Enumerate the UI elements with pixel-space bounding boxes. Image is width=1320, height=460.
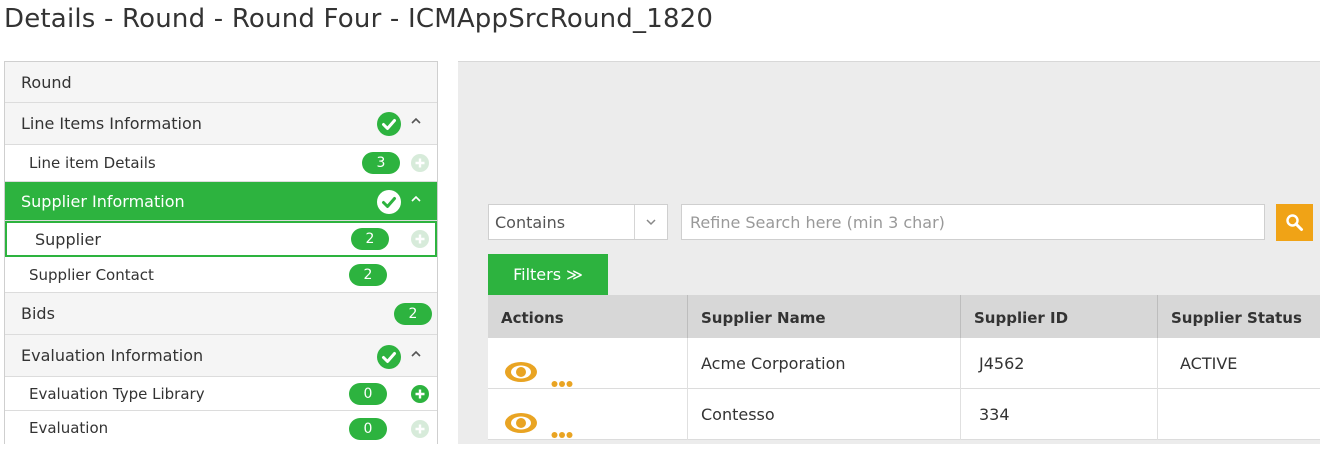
plus-circle-icon[interactable] — [411, 154, 429, 172]
column-header-supplier-name[interactable]: Supplier Name — [688, 295, 961, 338]
search-operator-value: Contains — [495, 213, 566, 232]
table-header: Actions Supplier Name Supplier ID Suppli… — [488, 295, 1320, 338]
supplier-status-cell — [1158, 389, 1320, 440]
table-row[interactable]: Contesso 334 — [488, 389, 1320, 440]
sidebar-item-evaluation[interactable]: Evaluation 0 — [5, 411, 437, 444]
sidebar-section-supplier-information[interactable]: Supplier Information — [5, 182, 437, 221]
sidebar-item-label: Evaluation Type Library — [29, 384, 205, 403]
more-dots-icon[interactable] — [551, 408, 573, 460]
sidebar-item-label: Line item Details — [29, 154, 156, 172]
sidebar-item-label: Line Items Information — [21, 114, 202, 133]
chevron-up-icon[interactable] — [410, 192, 422, 208]
search-button[interactable] — [1276, 204, 1313, 241]
actions-cell — [488, 389, 688, 440]
sidebar-section-line-items-information[interactable]: Line Items Information — [5, 103, 437, 145]
count-badge: 0 — [349, 383, 387, 405]
sidebar-item-label: Evaluation Information — [21, 346, 204, 365]
count-badge: 0 — [349, 418, 387, 440]
check-circle-icon — [377, 190, 401, 214]
sidebar-item-label: Supplier Contact — [29, 265, 154, 284]
check-circle-icon — [377, 345, 401, 369]
column-header-supplier-status[interactable]: Supplier Status — [1158, 295, 1320, 338]
sidebar-item-round[interactable]: Round — [5, 62, 437, 103]
sidebar-item-supplier[interactable]: Supplier 2 — [5, 221, 437, 257]
chevron-down-icon[interactable] — [643, 214, 659, 234]
page-title: Details - Round - Round Four - ICMAppSrc… — [4, 4, 714, 34]
sidebar-item-supplier-contact[interactable]: Supplier Contact 2 — [5, 257, 437, 293]
sidebar-item-label: Evaluation — [29, 419, 109, 437]
search-operator-select[interactable]: Contains — [488, 204, 668, 240]
sidebar-section-evaluation-information[interactable]: Evaluation Information — [5, 335, 437, 377]
chevron-up-icon[interactable] — [410, 347, 422, 363]
count-badge: 2 — [349, 264, 387, 286]
count-badge: 3 — [362, 152, 400, 174]
supplier-status-cell: ACTIVE — [1180, 354, 1238, 373]
actions-cell — [488, 338, 688, 389]
supplier-name-cell: Contesso — [688, 389, 961, 440]
sidebar-item-evaluation-type-library[interactable]: Evaluation Type Library 0 — [5, 377, 437, 411]
plus-circle-icon[interactable] — [411, 420, 429, 438]
sidebar-item-label: Bids — [21, 304, 55, 323]
plus-circle-icon[interactable] — [411, 230, 429, 248]
sidebar-item-label: Supplier Information — [21, 191, 185, 211]
chevron-up-icon[interactable] — [410, 114, 422, 130]
plus-circle-icon[interactable] — [411, 385, 429, 403]
sidebar-section-bids[interactable]: Bids 2 — [5, 293, 437, 335]
column-header-actions[interactable]: Actions — [488, 295, 688, 338]
sidebar-item-line-item-details[interactable]: Line item Details 3 — [5, 145, 437, 182]
supplier-id-cell: J4562 — [961, 338, 1158, 389]
filters-button[interactable]: Filters ≫ — [488, 254, 608, 295]
column-header-supplier-id[interactable]: Supplier ID — [961, 295, 1158, 338]
check-circle-icon — [377, 112, 401, 136]
eye-icon[interactable] — [504, 403, 538, 455]
table-row[interactable]: Acme Corporation J4562 ACTIVE — [488, 338, 1320, 389]
count-badge: 2 — [351, 228, 389, 250]
select-divider — [634, 205, 635, 239]
sidebar: Round Line Items Information Line item D… — [4, 61, 438, 444]
sidebar-item-label: Supplier — [35, 229, 101, 249]
search-input[interactable] — [681, 204, 1265, 240]
count-badge: 2 — [394, 303, 432, 325]
supplier-id-cell: 334 — [961, 389, 1158, 440]
sidebar-item-label: Round — [21, 72, 72, 92]
supplier-name-cell: Acme Corporation — [688, 338, 961, 389]
